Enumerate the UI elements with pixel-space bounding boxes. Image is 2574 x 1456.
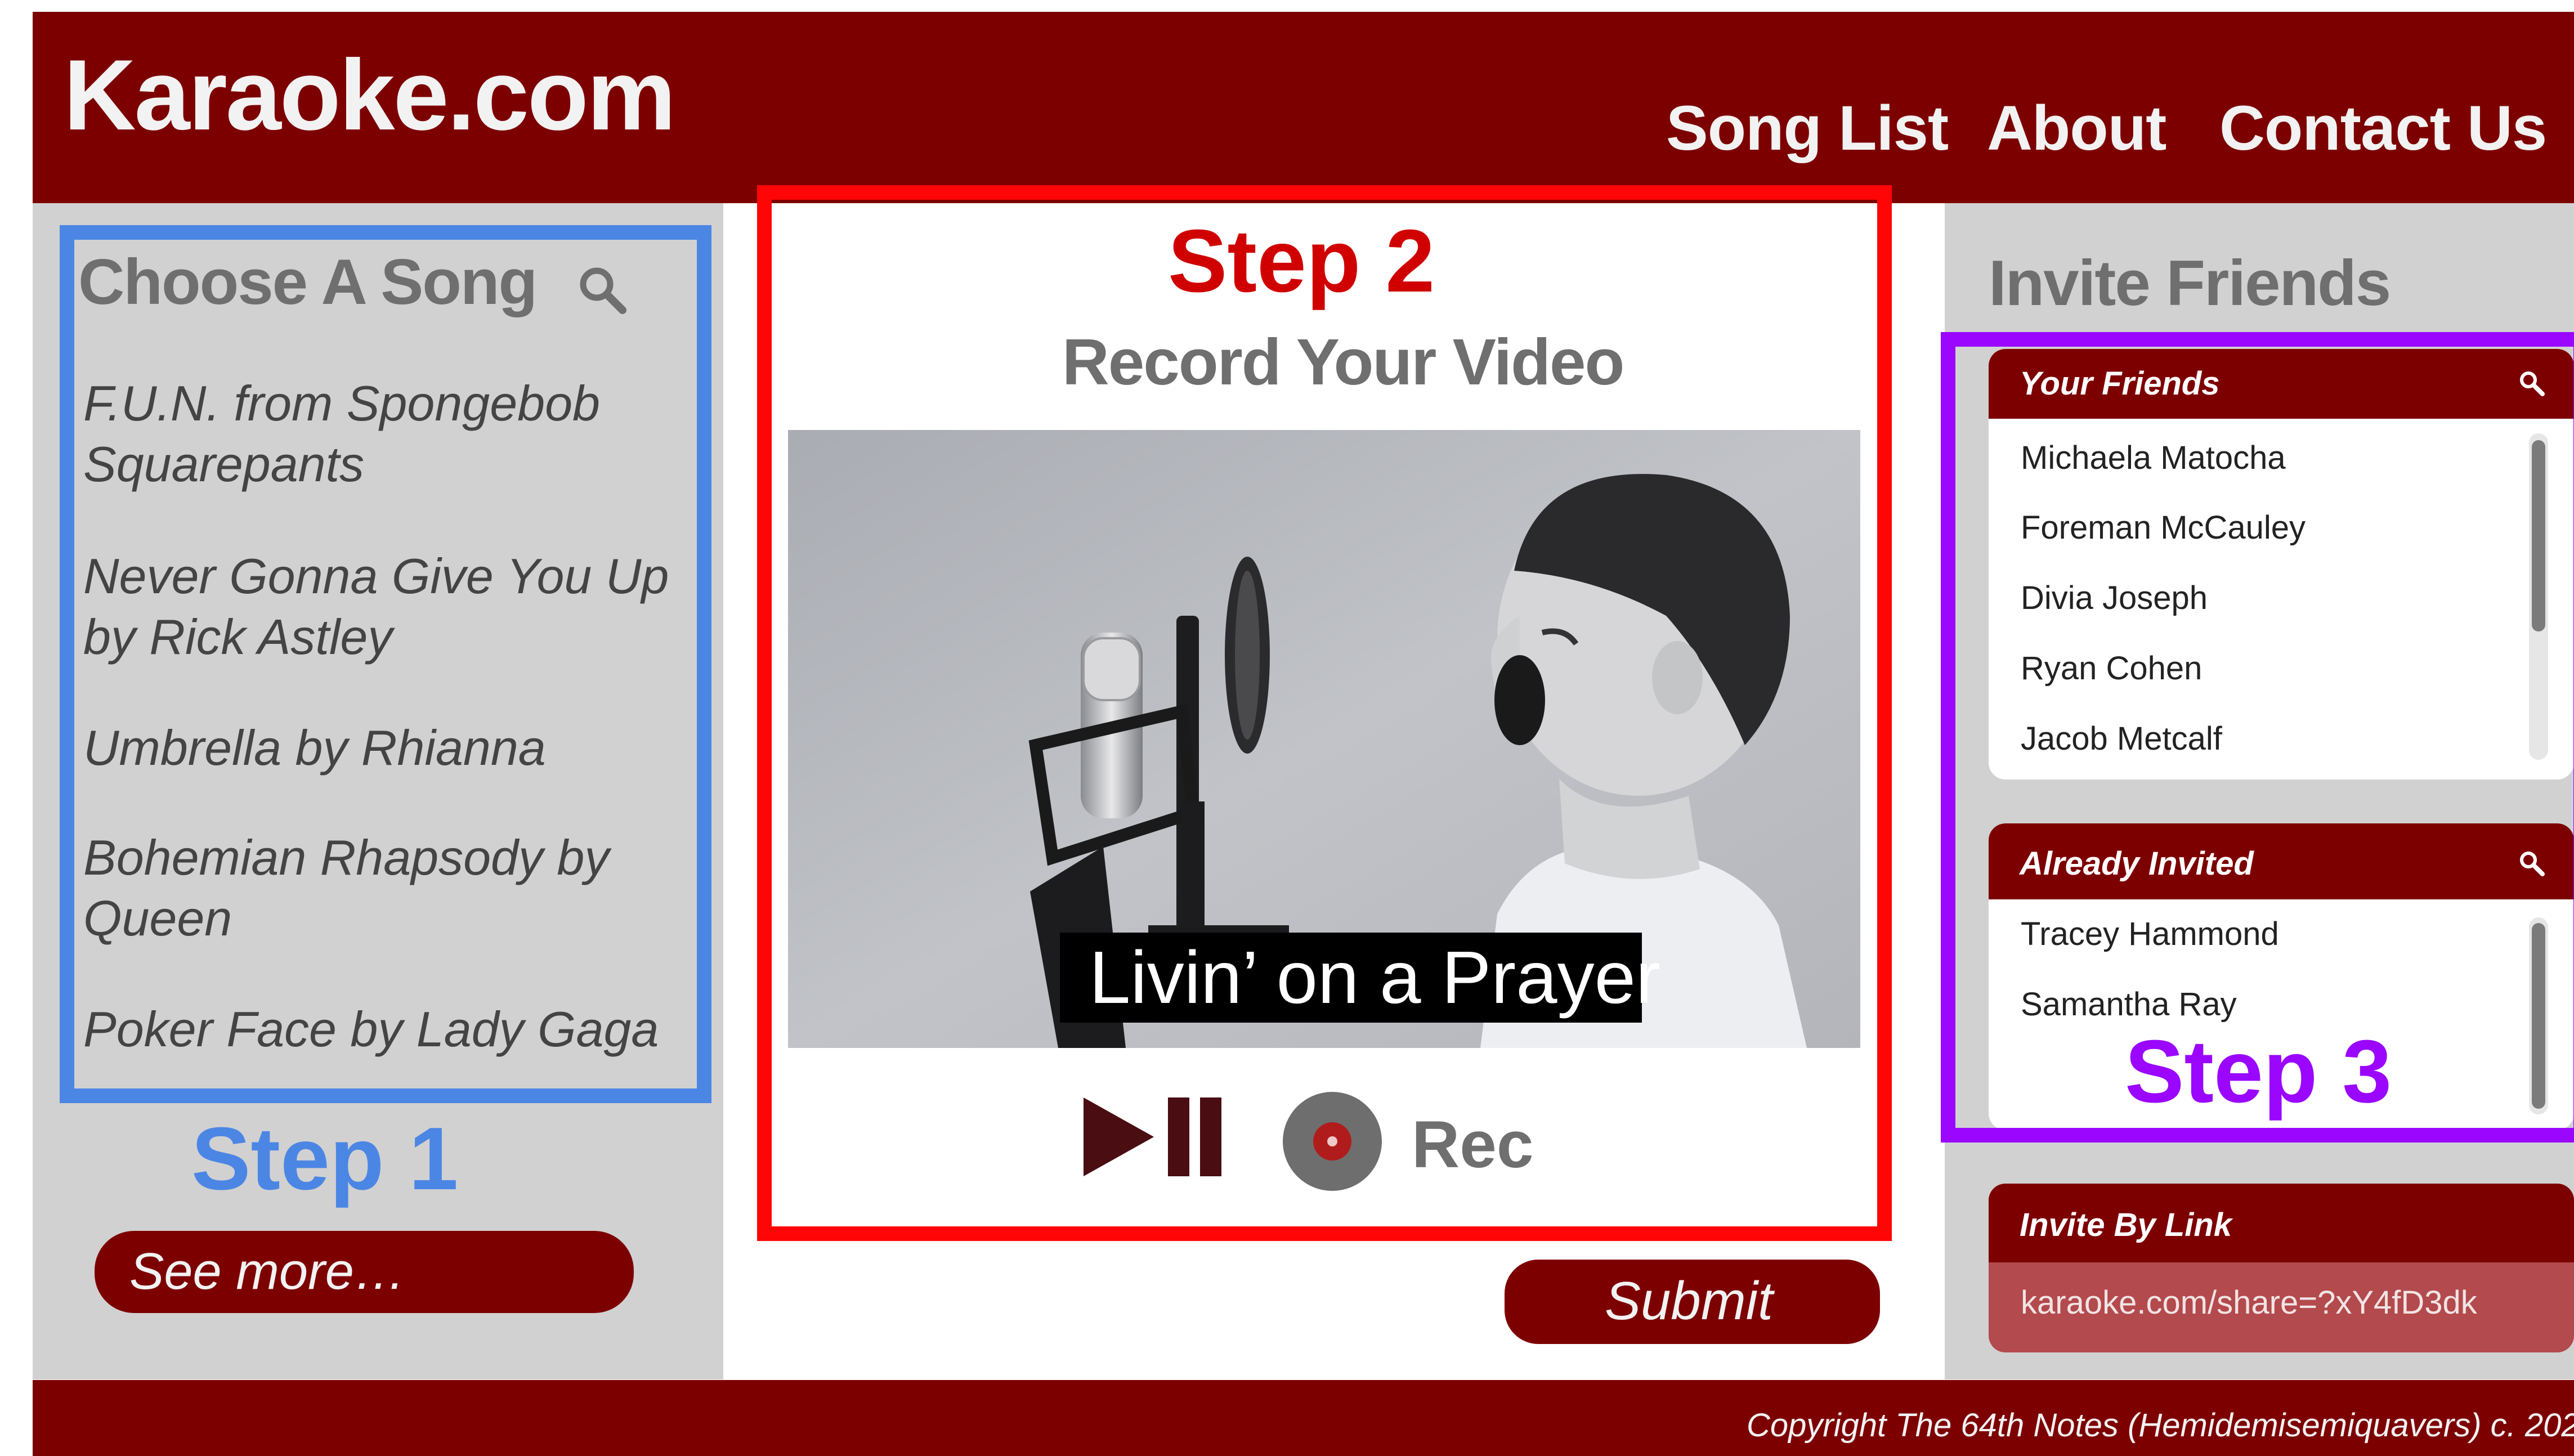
see-more-button[interactable]: See more… (95, 1231, 634, 1313)
invite-friends-title: Invite Friends (1989, 248, 2391, 319)
nav-contact-us[interactable]: Contact Us (2219, 97, 2547, 160)
invite-by-link-card: Invite By Link (1989, 1184, 2574, 1352)
rec-label[interactable]: Rec (1412, 1112, 1533, 1178)
step3-label: Step 3 (2125, 1022, 2392, 1121)
record-video-title: Record Your Video (1062, 325, 1624, 398)
record-icon[interactable] (1283, 1092, 1382, 1191)
see-more-label: See more… (129, 1243, 406, 1300)
invite-by-link-title: Invite By Link (2020, 1207, 2232, 1243)
pause-icon[interactable] (1168, 1097, 1221, 1176)
step1-label: Step 1 (191, 1109, 459, 1208)
nav-song-list[interactable]: Song List (1666, 97, 1949, 160)
lyric-text: Livin’ on a Prayer (1089, 936, 1660, 1019)
step3-highlight (1941, 332, 2574, 1143)
submit-button[interactable]: Submit (1505, 1260, 1880, 1344)
share-link[interactable]: karaoke.com/share=?xY4fD3dk (2021, 1283, 2477, 1323)
site-logo[interactable]: Karaoke.com (64, 45, 676, 145)
nav-about[interactable]: About (1987, 97, 2166, 160)
step2-label: Step 2 (1168, 212, 1435, 311)
step1-highlight (60, 225, 711, 1103)
lyric-caption: Livin’ on a Prayer (1060, 933, 1660, 1023)
submit-label: Submit (1605, 1271, 1773, 1331)
page: Karaoke.com Song List About Contact Us C… (0, 0, 2574, 1456)
play-icon[interactable] (1084, 1097, 1154, 1176)
invite-by-link-header: Invite By Link (1989, 1184, 2574, 1262)
copyright-text: Copyright The 64th Notes (Hemidemisemiqu… (1747, 1407, 2574, 1444)
